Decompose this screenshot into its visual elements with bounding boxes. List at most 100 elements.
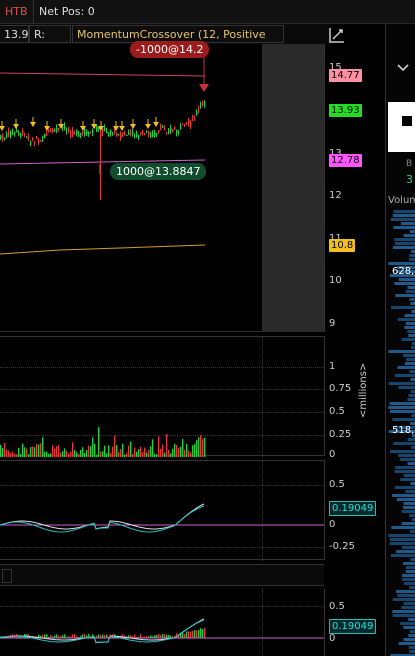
volume-profile-bar <box>396 550 415 553</box>
drawing-tool-icon[interactable] <box>328 26 346 44</box>
volume-bar <box>88 445 90 457</box>
candle-body <box>6 133 8 137</box>
volume-profile-bar <box>404 326 415 329</box>
volume-profile-bar <box>389 402 415 405</box>
volume-pane[interactable] <box>0 336 324 457</box>
oscillator-pane-2[interactable] <box>0 588 324 656</box>
buy-order-label[interactable]: 1000@13.8847 <box>110 163 207 180</box>
signal-arrow-icon <box>44 126 50 131</box>
oscillator-2-axis: 0.5 0 0.19049 <box>324 588 384 656</box>
volume-profile-bar <box>404 314 415 317</box>
volume-tick: 0.25 <box>329 429 352 440</box>
volume-profile-bar <box>397 594 415 597</box>
volume-profile-bar <box>400 478 415 481</box>
volume-profile-bar <box>401 222 415 225</box>
volume-bar <box>124 454 126 457</box>
candle-body <box>98 127 100 130</box>
volume-bar <box>100 451 102 457</box>
candle-body <box>20 133 22 137</box>
oscillator-pane-1[interactable] <box>0 460 324 561</box>
volume-bar <box>204 437 206 457</box>
volume-bar <box>188 450 190 457</box>
volume-bar <box>138 449 140 457</box>
candle-body <box>56 127 58 131</box>
candle-body <box>190 122 192 127</box>
volume-bar <box>58 445 60 457</box>
volume-profile-bar <box>398 642 415 645</box>
volume-profile-bar <box>397 318 415 321</box>
chevron-down-icon[interactable] <box>396 58 410 72</box>
histogram-bar <box>158 634 160 638</box>
histogram-bar <box>186 631 188 638</box>
volume-bar <box>66 450 68 457</box>
volume-bar <box>92 437 94 457</box>
volume-profile-bar <box>407 398 415 401</box>
volume-bar <box>140 446 142 457</box>
volume-bar <box>42 437 44 457</box>
signal-arrow-icon <box>153 122 159 127</box>
osc1-tick: 0 <box>329 519 336 530</box>
volume-profile-bar <box>395 466 415 469</box>
volume-profile-bar <box>405 290 415 293</box>
candle-body <box>162 126 164 128</box>
candle-body <box>118 134 120 136</box>
histogram-bar <box>82 634 84 638</box>
candle-body <box>58 128 60 130</box>
signal-arrow-icon <box>119 126 125 131</box>
volume-bar <box>14 453 16 457</box>
signal-arrow-icon <box>0 126 5 131</box>
candle-body <box>16 129 18 132</box>
candle-body <box>186 123 188 125</box>
volume-profile-bar <box>410 378 415 381</box>
candle-body <box>38 140 40 144</box>
volume-profile-value: 518, <box>392 425 415 436</box>
order-ticket-box[interactable] <box>388 102 415 152</box>
candle-body <box>142 131 144 134</box>
histogram-bar <box>46 634 48 638</box>
price-tick: 12 <box>329 190 342 201</box>
volume-bar <box>150 446 152 457</box>
candle-body <box>82 131 84 134</box>
volume-profile-bar <box>407 438 415 441</box>
oscillator-1-canvas <box>0 503 324 533</box>
volume-profile-bar <box>402 578 415 581</box>
volume-bar <box>52 445 54 457</box>
volume-bar <box>56 446 58 457</box>
volume-profile-bar <box>405 322 415 325</box>
volume-profile-bar <box>403 626 415 629</box>
volume-profile-bar <box>393 210 415 213</box>
volume-profile-bar <box>400 458 415 461</box>
volume-profile-bar <box>396 590 415 593</box>
volume-bar <box>90 446 92 457</box>
volume-tick: 0 <box>329 449 336 460</box>
volume-profile-bar <box>406 358 415 361</box>
pane-separator[interactable] <box>0 564 324 586</box>
price-axis: 15 14 13 12 11 10 9 14.77 13.93 12.78 10… <box>324 44 384 332</box>
candle-body <box>28 136 30 138</box>
osc2-tick: 0 <box>329 633 336 644</box>
candle-body <box>144 133 146 135</box>
price-chart-pane[interactable]: -1000@14.2 1000@13.8847 <box>0 41 324 332</box>
candle-body <box>124 133 126 135</box>
candle-body <box>32 138 34 141</box>
volume-profile-bar <box>408 394 415 397</box>
volume-profile-bar <box>396 498 415 501</box>
candle-body <box>72 129 74 135</box>
candle-body <box>192 116 194 119</box>
volume-profile-bar <box>401 606 415 609</box>
candle-body <box>54 128 56 130</box>
volume-bar <box>12 451 14 457</box>
volume-bar <box>164 452 166 457</box>
sell-order-label[interactable]: -1000@14.2 <box>130 41 210 58</box>
signal-arrow-icon <box>80 126 86 131</box>
volume-bar <box>44 451 46 457</box>
volume-bar <box>32 446 34 457</box>
candle-body <box>172 129 174 131</box>
candle-body <box>168 131 170 133</box>
volume-bar <box>94 443 96 457</box>
volume-profile-bar <box>393 442 415 445</box>
volume-profile-bar <box>402 574 415 577</box>
volume-bar <box>200 435 202 457</box>
volume-profile-bar <box>409 514 415 517</box>
net-position: Net Pos: 0 <box>39 5 95 18</box>
